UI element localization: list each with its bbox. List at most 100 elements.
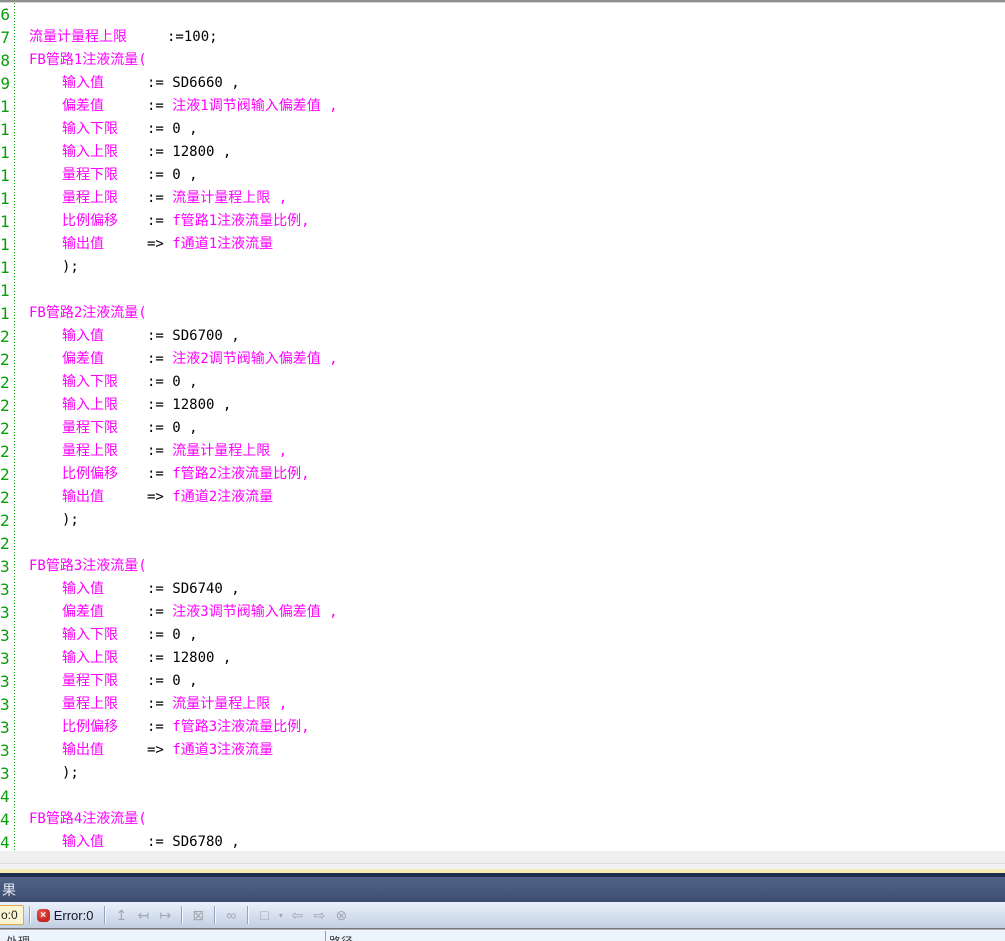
code-line[interactable]: 10偏差值:= 注液1调节阀输入偏差值 ,: [0, 95, 1005, 118]
line-number: 6: [0, 3, 10, 26]
code-text: 输入值:= SD6740 ,: [15, 578, 240, 601]
clear-messages-icon[interactable]: ⊠: [188, 905, 208, 925]
code-line[interactable]: 40: [0, 785, 1005, 808]
code-line[interactable]: 22输入下限:= 0 ,: [0, 371, 1005, 394]
line-number: 20: [0, 325, 10, 348]
line-number: 29: [0, 532, 10, 555]
results-toolbar: o:0 × Error:0 ↥↤↦ ⊠ ∞ □▾⇦⇨⊗: [0, 902, 1005, 928]
code-line[interactable]: 37比例偏移:= f管路3注液流量比例,: [0, 716, 1005, 739]
code-line[interactable]: 19FB管路2注液流量(: [0, 302, 1005, 325]
code-line[interactable]: 9输入值:= SD6660 ,: [0, 72, 1005, 95]
output-window-icon[interactable]: □: [254, 905, 274, 925]
code-text: 输出值=> f通道2注液流量: [15, 486, 273, 509]
code-line[interactable]: 16输出值=> f通道1注液流量: [0, 233, 1005, 256]
code-text: 比例偏移:= f管路3注液流量比例,: [15, 716, 310, 739]
code-line[interactable]: 14量程上限:= 流量计量程上限 ,: [0, 187, 1005, 210]
toolbar-separator: [104, 906, 105, 924]
code-text: 量程下限:= 0 ,: [15, 670, 198, 693]
code-line[interactable]: 38输出值=> f通道3注液流量: [0, 739, 1005, 762]
code-text: 量程上限:= 流量计量程上限 ,: [15, 187, 287, 210]
code-text: 输入值:= SD6780 ,: [15, 831, 240, 851]
line-number: 9: [0, 72, 10, 95]
line-number: 26: [0, 463, 10, 486]
line-number: 18: [0, 279, 10, 302]
results-panel-title: 果: [2, 880, 16, 900]
line-number: 21: [0, 348, 10, 371]
line-number: 7: [0, 26, 10, 49]
code-line[interactable]: 23输入上限:= 12800 ,: [0, 394, 1005, 417]
info-count-toggle[interactable]: o:0: [0, 905, 24, 925]
code-text: 输入上限:= 12800 ,: [15, 647, 231, 670]
code-text: 偏差值:= 注液3调节阀输入偏差值 ,: [15, 601, 338, 624]
code-text: );: [15, 762, 79, 785]
code-line[interactable]: 18: [0, 279, 1005, 302]
line-number: 38: [0, 739, 10, 762]
code-text: );: [15, 256, 79, 279]
dropdown-caret-icon[interactable]: ▾: [276, 905, 285, 925]
code-line[interactable]: 35量程下限:= 0 ,: [0, 670, 1005, 693]
stop-icon[interactable]: ⊗: [331, 905, 351, 925]
code-line[interactable]: 21偏差值:= 注液2调节阀输入偏差值 ,: [0, 348, 1005, 371]
results-grid-row[interactable]: 处理 路径: [0, 931, 1005, 941]
line-number: 30: [0, 555, 10, 578]
code-line[interactable]: 12输入上限:= 12800 ,: [0, 141, 1005, 164]
code-line[interactable]: 30FB管路3注液流量(: [0, 555, 1005, 578]
line-number: 12: [0, 141, 10, 164]
code-line[interactable]: 24量程下限:= 0 ,: [0, 417, 1005, 440]
line-number: 8: [0, 49, 10, 72]
navigate-forward-icon[interactable]: ⇨: [309, 905, 329, 925]
code-line[interactable]: 6: [0, 3, 1005, 26]
line-number: 14: [0, 187, 10, 210]
code-text: 输入值:= SD6700 ,: [15, 325, 240, 348]
next-message-icon[interactable]: ↦: [155, 905, 175, 925]
line-number: 11: [0, 118, 10, 141]
code-line[interactable]: 31输入值:= SD6740 ,: [0, 578, 1005, 601]
code-line[interactable]: 39);: [0, 762, 1005, 785]
code-line[interactable]: 15比例偏移:= f管路1注液流量比例,: [0, 210, 1005, 233]
line-number: 27: [0, 486, 10, 509]
code-line[interactable]: 42输入值:= SD6780 ,: [0, 831, 1005, 851]
code-line[interactable]: 36量程上限:= 流量计量程上限 ,: [0, 693, 1005, 716]
error-count-toggle[interactable]: × Error:0: [35, 908, 100, 923]
code-line[interactable]: 7流量计量程上限:=100;: [0, 26, 1005, 49]
line-number: 42: [0, 831, 10, 851]
code-line[interactable]: 32偏差值:= 注液3调节阀输入偏差值 ,: [0, 601, 1005, 624]
code-line[interactable]: 17);: [0, 256, 1005, 279]
results-panel-header[interactable]: 果: [0, 873, 1005, 902]
toolbar-separator: [247, 906, 248, 924]
code-text: FB管路2注液流量(: [15, 302, 147, 325]
code-text: 比例偏移:= f管路2注液流量比例,: [15, 463, 310, 486]
line-number: 13: [0, 164, 10, 187]
code-line[interactable]: 34输入上限:= 12800 ,: [0, 647, 1005, 670]
navigate-back-icon[interactable]: ⇦: [287, 905, 307, 925]
code-line[interactable]: 29: [0, 532, 1005, 555]
code-line[interactable]: 13量程下限:= 0 ,: [0, 164, 1005, 187]
info-count-label: o:0: [1, 908, 18, 922]
line-number: 28: [0, 509, 10, 532]
goto-first-message-icon[interactable]: ↥: [111, 905, 131, 925]
code-text: 输入下限:= 0 ,: [15, 371, 198, 394]
line-number: 25: [0, 440, 10, 463]
line-number: 41: [0, 808, 10, 831]
code-line[interactable]: 26比例偏移:= f管路2注液流量比例,: [0, 463, 1005, 486]
code-line[interactable]: 25量程上限:= 流量计量程上限 ,: [0, 440, 1005, 463]
plc-ide-window: 67流量计量程上限:=100;8FB管路1注液流量(9输入值:= SD6660 …: [0, 0, 1005, 941]
code-line[interactable]: 27输出值=> f通道2注液流量: [0, 486, 1005, 509]
code-line[interactable]: 28);: [0, 509, 1005, 532]
code-line[interactable]: 11输入下限:= 0 ,: [0, 118, 1005, 141]
code-line[interactable]: 41FB管路4注液流量(: [0, 808, 1005, 831]
gutter-divider: [14, 3, 15, 851]
code-editor[interactable]: 67流量计量程上限:=100;8FB管路1注液流量(9输入值:= SD6660 …: [0, 3, 1005, 851]
line-number: 24: [0, 417, 10, 440]
find-icon[interactable]: ∞: [221, 905, 241, 925]
code-text: 量程下限:= 0 ,: [15, 164, 198, 187]
line-number: 15: [0, 210, 10, 233]
line-number: 36: [0, 693, 10, 716]
code-line[interactable]: 8FB管路1注液流量(: [0, 49, 1005, 72]
previous-message-icon[interactable]: ↤: [133, 905, 153, 925]
line-number: 32: [0, 601, 10, 624]
code-line[interactable]: 33输入下限:= 0 ,: [0, 624, 1005, 647]
line-number: 34: [0, 647, 10, 670]
line-number: 19: [0, 302, 10, 325]
code-line[interactable]: 20输入值:= SD6700 ,: [0, 325, 1005, 348]
